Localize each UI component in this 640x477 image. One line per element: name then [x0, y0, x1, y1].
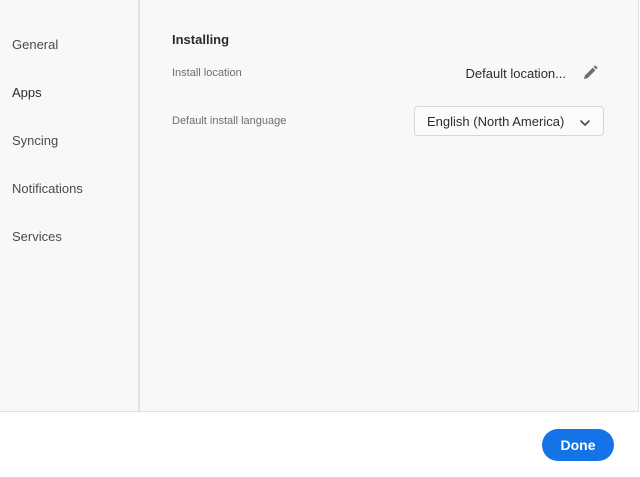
- install-location-value: Default location...: [465, 66, 566, 81]
- language-dropdown-value: English (North America): [427, 114, 565, 129]
- footer: Done: [0, 412, 640, 477]
- sidebar-item-syncing[interactable]: Syncing: [12, 133, 58, 149]
- sidebar-item-general[interactable]: General: [12, 37, 58, 53]
- preferences-panel: General Apps Syncing Notifications Servi…: [0, 0, 639, 412]
- install-location-label: Install location: [172, 67, 242, 79]
- done-button[interactable]: Done: [542, 429, 614, 461]
- chevron-down-icon: [579, 116, 591, 128]
- language-dropdown[interactable]: English (North America): [414, 106, 604, 136]
- sidebar-item-services[interactable]: Services: [12, 229, 62, 245]
- default-language-label: Default install language: [172, 115, 287, 127]
- section-title-installing: Installing: [172, 32, 230, 47]
- pencil-icon[interactable]: [581, 64, 599, 82]
- sidebar-item-apps[interactable]: Apps: [12, 85, 42, 101]
- preferences-window: General Apps Syncing Notifications Servi…: [0, 0, 640, 477]
- sidebar-item-notifications[interactable]: Notifications: [12, 181, 83, 197]
- apps-settings-content: Installing Install location Default loca…: [140, 0, 638, 411]
- sidebar: General Apps Syncing Notifications Servi…: [0, 0, 140, 411]
